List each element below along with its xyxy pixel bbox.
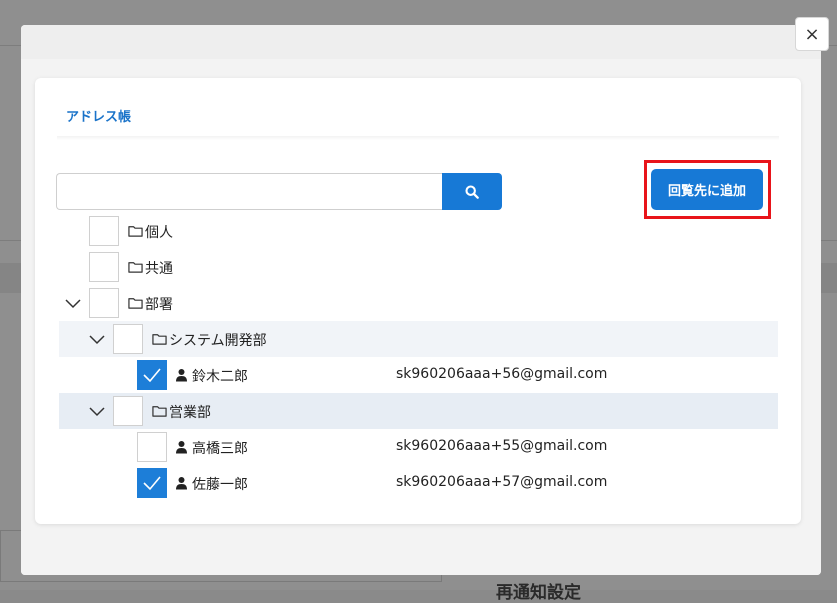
chevron-down-icon[interactable] xyxy=(88,330,106,348)
tree-node-personal: 個人 xyxy=(59,213,778,249)
bg-divider xyxy=(0,45,21,46)
search-icon xyxy=(465,184,479,199)
folder-icon xyxy=(152,406,167,417)
checkbox-departments[interactable] xyxy=(89,288,119,318)
tree-label-personal: 個人 xyxy=(145,225,173,241)
bg-section-heading: 再通知設定 xyxy=(496,583,581,603)
checkmark-icon xyxy=(143,476,161,491)
tree-node-shared: 共通 xyxy=(59,249,778,285)
chevron-down-icon[interactable] xyxy=(88,402,106,420)
folder-icon xyxy=(128,298,143,309)
folder-icon xyxy=(128,226,143,237)
tree-node-system-dev: システム開発部 xyxy=(59,321,778,357)
tree-node-sales: 営業部 xyxy=(59,393,778,429)
folder-icon xyxy=(128,262,143,273)
checkbox-member-sato[interactable] xyxy=(137,468,167,498)
address-book-title: アドレス帳 xyxy=(66,110,132,125)
title-divider xyxy=(57,136,779,140)
tree-member-row: 佐藤一郎 sk960206aaa+57@gmail.com xyxy=(59,465,778,501)
bg-divider xyxy=(0,240,21,241)
tree-label-departments: 部署 xyxy=(145,297,173,313)
member-name: 鈴木二郎 xyxy=(192,369,248,385)
member-name: 高橋三郎 xyxy=(192,441,248,457)
close-icon: × xyxy=(804,23,820,45)
search-button[interactable] xyxy=(442,173,502,210)
add-to-circulation-button[interactable]: 回覧先に追加 xyxy=(651,169,763,210)
search-input[interactable] xyxy=(56,173,442,210)
user-icon xyxy=(176,441,187,454)
close-button[interactable]: × xyxy=(795,17,829,51)
modal-header xyxy=(21,25,821,59)
user-icon xyxy=(176,369,187,382)
folder-icon xyxy=(152,334,167,345)
checkbox-shared[interactable] xyxy=(89,252,119,282)
bg-divider xyxy=(821,240,837,241)
member-email: sk960206aaa+57@gmail.com xyxy=(396,474,608,490)
chevron-down-icon[interactable] xyxy=(64,294,82,312)
member-email: sk960206aaa+56@gmail.com xyxy=(396,366,608,382)
tree-label-system-dev: システム開発部 xyxy=(169,333,267,349)
tree-label-sales: 営業部 xyxy=(169,405,211,421)
checkmark-icon xyxy=(143,368,161,383)
user-icon xyxy=(176,477,187,490)
checkbox-member-takahashi[interactable] xyxy=(137,432,167,462)
member-name: 佐藤一郎 xyxy=(192,477,248,493)
tree-member-row: 高橋三郎 sk960206aaa+55@gmail.com xyxy=(59,429,778,465)
checkbox-system-dev[interactable] xyxy=(113,324,143,354)
tree-node-departments: 部署 xyxy=(59,285,778,321)
checkbox-personal[interactable] xyxy=(89,216,119,246)
checkbox-sales[interactable] xyxy=(113,396,143,426)
member-email: sk960206aaa+55@gmail.com xyxy=(396,438,608,454)
tree-label-shared: 共通 xyxy=(145,261,173,277)
checkbox-member-suzuki[interactable] xyxy=(137,360,167,390)
tree-member-row: 鈴木二郎 sk960206aaa+56@gmail.com xyxy=(59,357,778,393)
